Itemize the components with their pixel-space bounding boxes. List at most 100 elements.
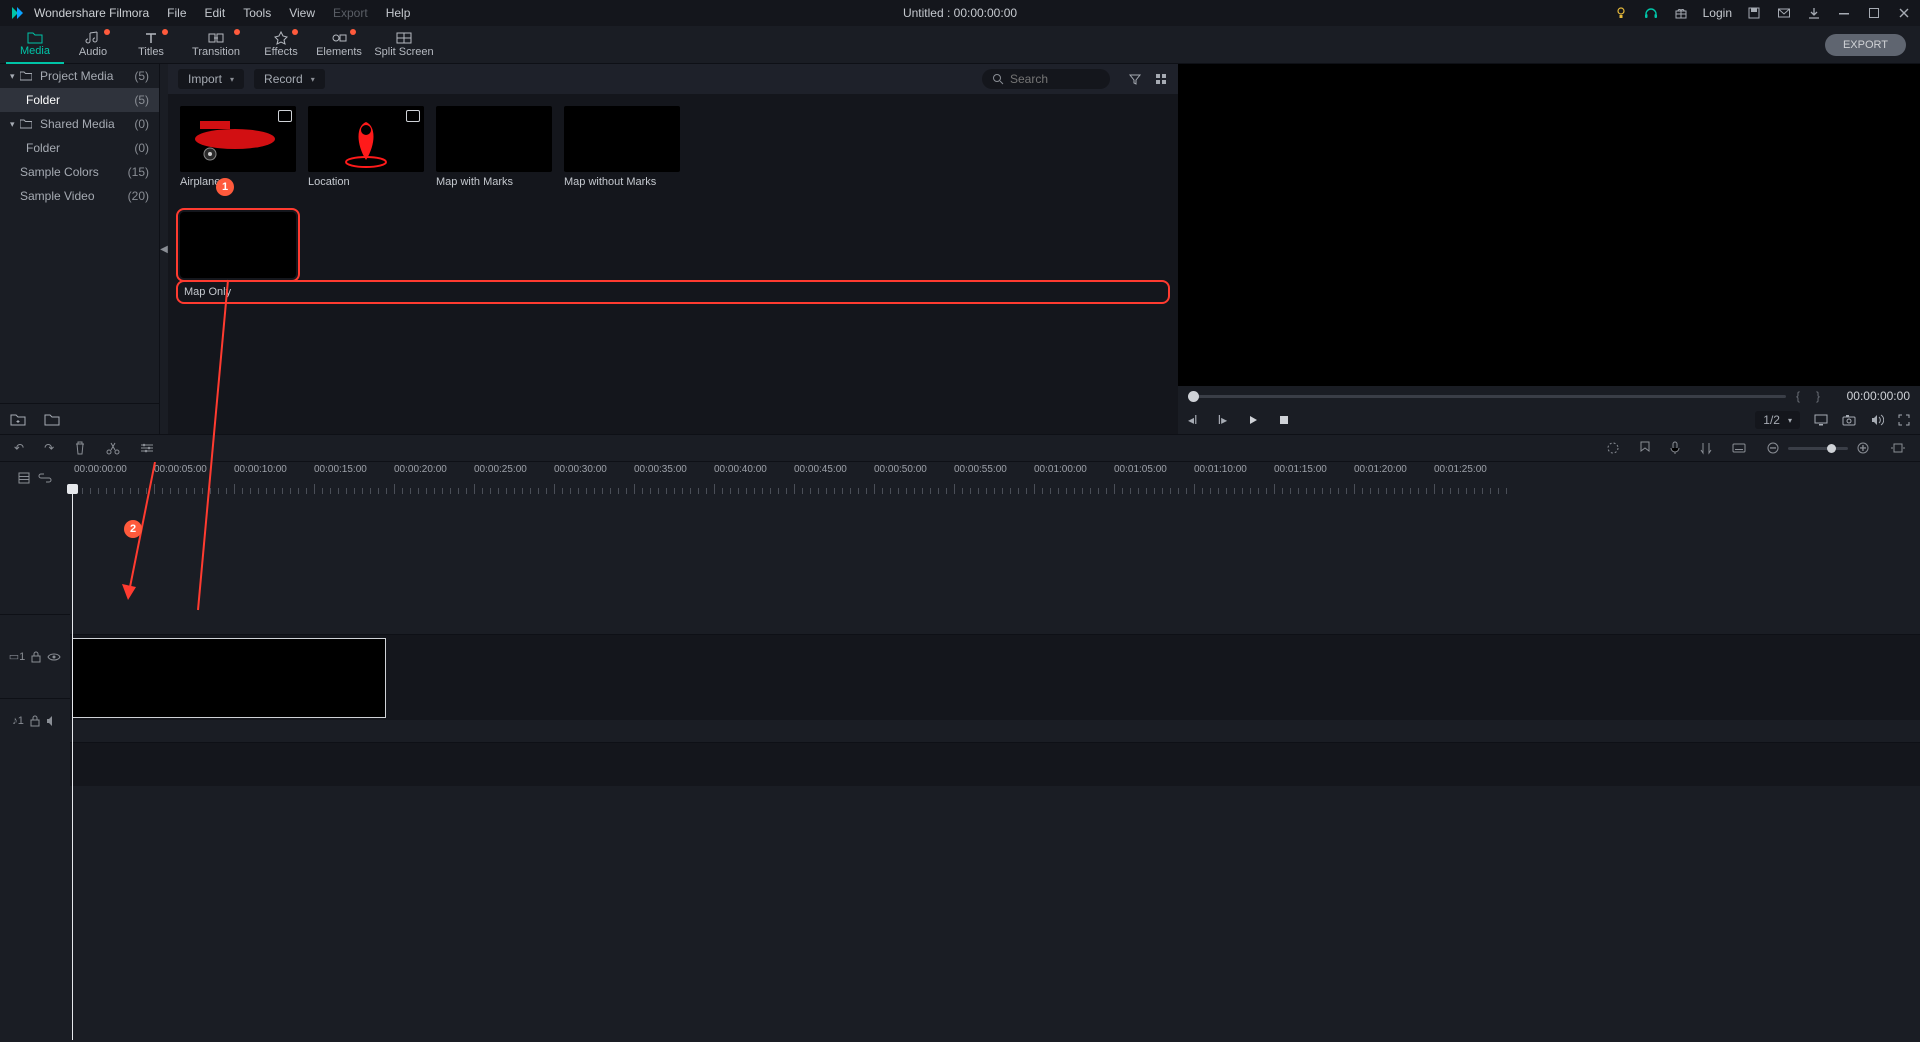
split-icon[interactable] [106, 441, 120, 455]
tab-audio[interactable]: Audio [64, 26, 122, 64]
search-box[interactable] [982, 69, 1110, 89]
tab-transition[interactable]: Transition [180, 26, 252, 64]
new-folder-icon[interactable] [10, 412, 26, 426]
scrub-knob[interactable] [1188, 391, 1199, 402]
audio-track-head: ♪1 [0, 698, 70, 742]
gift-icon[interactable] [1673, 5, 1689, 21]
record-dropdown[interactable]: Record▾ [254, 69, 325, 89]
snapshot-icon[interactable] [1842, 414, 1856, 426]
ruler-label: 00:01:00:00 [1034, 464, 1087, 475]
app-name: Wondershare Filmora [34, 6, 149, 20]
zoom-out-icon[interactable] [1766, 441, 1780, 455]
menu-edit[interactable]: Edit [205, 6, 226, 20]
window-minimize-icon[interactable] [1836, 5, 1852, 21]
next-frame-icon[interactable]: Ⅰ▸ [1218, 413, 1228, 427]
edit-settings-icon[interactable] [140, 442, 154, 454]
delete-icon[interactable] [74, 441, 86, 455]
video-track-head: ▭1 [0, 614, 70, 698]
save-icon[interactable] [1746, 5, 1762, 21]
media-thumb-airplane[interactable]: Airplane [180, 106, 296, 188]
prev-frame-icon[interactable]: ◂Ⅰ [1188, 413, 1198, 427]
zoom-in-icon[interactable] [1856, 441, 1870, 455]
lock-icon[interactable] [30, 715, 40, 727]
monitor-icon[interactable] [1814, 414, 1828, 426]
media-thumb-map-only[interactable]: Map Only [180, 212, 1166, 300]
sidebar-item-sample-video[interactable]: Sample Video(20) [0, 184, 159, 208]
audio-track-icon: ♪1 [12, 715, 24, 727]
sidebar-item-sample-colors[interactable]: Sample Colors(15) [0, 160, 159, 184]
login-link[interactable]: Login [1703, 6, 1732, 20]
title-bar: Wondershare Filmora File Edit Tools View… [0, 0, 1920, 26]
ruler-label: 00:00:20:00 [394, 464, 447, 475]
caption-icon[interactable] [1732, 442, 1746, 454]
menu-help[interactable]: Help [386, 6, 411, 20]
undo-icon[interactable]: ↶ [14, 441, 24, 455]
ruler-label: 00:00:05:00 [154, 464, 207, 475]
lock-icon[interactable] [31, 651, 41, 663]
preview-panel: {} 00:00:00:00 ◂Ⅰ Ⅰ▸ 1/2▾ [1178, 64, 1920, 434]
chevron-down-icon: ▾ [230, 75, 234, 84]
tab-media[interactable]: Media [6, 26, 64, 64]
redo-icon[interactable]: ↷ [44, 441, 54, 455]
sidebar-item-project-media[interactable]: ▾Project Media(5) [0, 64, 159, 88]
sidebar-item-folder[interactable]: Folder(5) [0, 88, 159, 112]
zoom-fit-icon[interactable] [1890, 442, 1906, 454]
media-thumb-map-without-marks[interactable]: Map without Marks [564, 106, 680, 188]
search-icon [992, 73, 1004, 85]
open-folder-icon[interactable] [44, 412, 60, 426]
menu-view[interactable]: View [289, 6, 315, 20]
audio-mixer-icon[interactable] [1700, 441, 1712, 455]
menu-file[interactable]: File [167, 6, 186, 20]
marker-icon[interactable] [1640, 441, 1650, 455]
tab-effects[interactable]: Effects [252, 26, 310, 64]
menu-export: Export [333, 6, 368, 20]
export-button[interactable]: EXPORT [1825, 34, 1906, 56]
track-manage-icon[interactable] [18, 472, 30, 484]
mail-icon[interactable] [1776, 5, 1792, 21]
zoom-slider[interactable] [1788, 447, 1848, 450]
mark-in-icon[interactable]: { [1796, 389, 1800, 403]
tab-titles[interactable]: Titles [122, 26, 180, 64]
sidebar-item-shared-media[interactable]: ▾Shared Media(0) [0, 112, 159, 136]
time-ruler[interactable]: 00:00:00:0000:00:05:0000:00:10:0000:00:1… [70, 462, 1920, 494]
sidebar-item-folder[interactable]: Folder(0) [0, 136, 159, 160]
video-track-icon: ▭1 [9, 650, 26, 663]
voiceover-icon[interactable] [1670, 441, 1680, 455]
tab-split-screen[interactable]: Split Screen [368, 26, 440, 64]
preview-canvas[interactable] [1178, 64, 1920, 386]
search-input[interactable] [1010, 72, 1100, 86]
window-maximize-icon[interactable] [1866, 5, 1882, 21]
grid-view-icon[interactable] [1154, 72, 1168, 86]
headset-icon[interactable] [1643, 5, 1659, 21]
ribbon: MediaAudioTitlesTransitionEffectsElement… [0, 26, 1920, 64]
stop-icon[interactable] [1279, 415, 1289, 425]
playhead[interactable] [72, 494, 73, 1040]
link-icon[interactable] [38, 473, 52, 483]
eye-icon[interactable] [47, 652, 61, 662]
render-icon[interactable] [1606, 441, 1620, 455]
zoom-knob[interactable] [1827, 444, 1836, 453]
volume-icon[interactable] [1870, 414, 1884, 426]
audio-lane[interactable] [70, 742, 1920, 786]
media-thumb-map-with-marks[interactable]: Map with Marks [436, 106, 552, 188]
menu-tools[interactable]: Tools [243, 6, 271, 20]
ruler-label: 00:00:45:00 [794, 464, 847, 475]
sidebar-collapse-handle[interactable]: ◀ [160, 64, 168, 434]
import-dropdown[interactable]: Import▾ [178, 69, 244, 89]
fullscreen-icon[interactable] [1898, 414, 1910, 426]
scrub-bar[interactable] [1188, 395, 1786, 398]
preview-scale-dropdown[interactable]: 1/2▾ [1755, 411, 1800, 429]
filter-icon[interactable] [1128, 72, 1142, 86]
window-close-icon[interactable] [1896, 5, 1912, 21]
tab-elements[interactable]: Elements [310, 26, 368, 64]
mark-out-icon[interactable]: } [1816, 389, 1820, 403]
app-logo-icon [8, 4, 26, 22]
drop-target-clip[interactable] [72, 638, 386, 718]
lightbulb-icon[interactable] [1613, 5, 1629, 21]
track-body[interactable] [70, 494, 1920, 1040]
mute-icon[interactable] [46, 716, 58, 726]
play-icon[interactable] [1247, 414, 1259, 426]
ruler-label: 00:00:40:00 [714, 464, 767, 475]
media-thumb-location[interactable]: Location [308, 106, 424, 188]
download-icon[interactable] [1806, 5, 1822, 21]
